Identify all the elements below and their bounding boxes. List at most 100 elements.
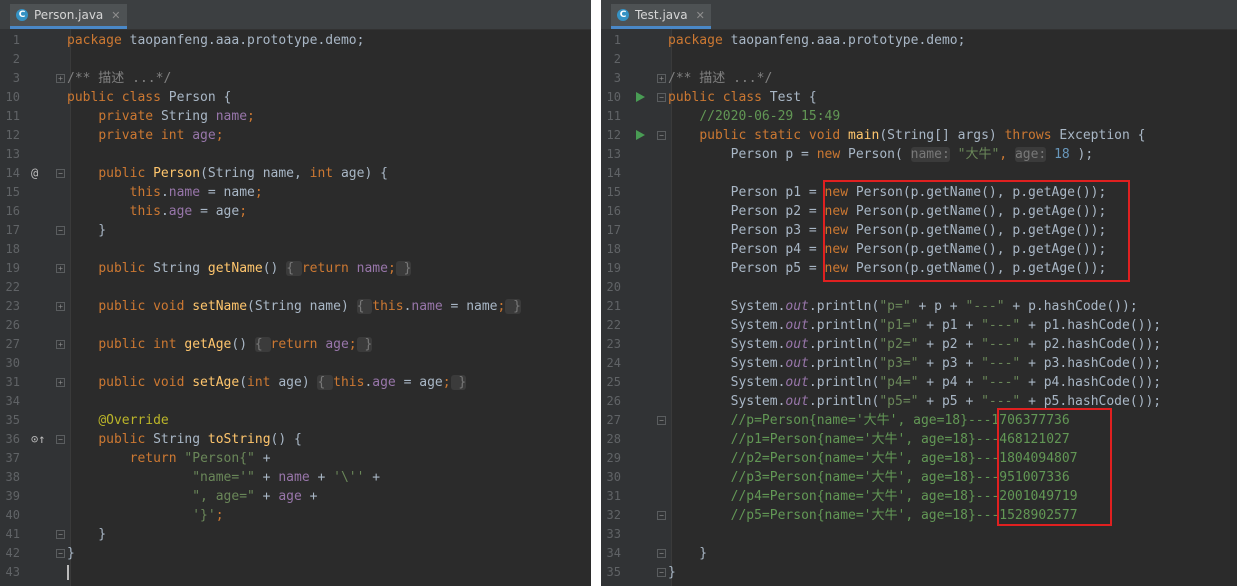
code-line[interactable]: 34 bbox=[0, 392, 591, 411]
code-line[interactable]: 22 bbox=[0, 278, 591, 297]
editor-pane-test[interactable]: C Test.java ✕ 1 package taopanfeng.aaa.pr… bbox=[601, 0, 1237, 586]
code-line[interactable]: 25 System.out.println("p4=" + p4 + "---"… bbox=[601, 373, 1237, 392]
code-line[interactable]: 33 bbox=[601, 525, 1237, 544]
editor-pane-person[interactable]: C Person.java ✕ 1 package taopanfeng.aaa.… bbox=[0, 0, 591, 586]
tab-person-java[interactable]: C Person.java ✕ bbox=[10, 4, 127, 29]
run-icon[interactable] bbox=[636, 130, 645, 140]
code-line[interactable]: 29 //p2=Person{name='大牛', age=18}---1804… bbox=[601, 449, 1237, 468]
code-line[interactable]: 16 this.age = age; bbox=[0, 202, 591, 221]
fold-collapse-icon[interactable]: − bbox=[657, 549, 666, 558]
fold-collapse-icon[interactable]: − bbox=[56, 549, 65, 558]
code-line[interactable]: 18 bbox=[0, 240, 591, 259]
fold-expand-icon[interactable]: + bbox=[56, 264, 65, 273]
code-line[interactable]: 40 '}'; bbox=[0, 506, 591, 525]
code-line[interactable]: 27− //p=Person{name='大牛', age=18}---1706… bbox=[601, 411, 1237, 430]
code-line[interactable]: 39 ", age=" + age + bbox=[0, 487, 591, 506]
run-icon[interactable] bbox=[636, 92, 645, 102]
code-text: System.out.println("p1=" + p1 + "---" + … bbox=[668, 316, 1162, 335]
code-line[interactable]: 30 //p3=Person{name='大牛', age=18}---9510… bbox=[601, 468, 1237, 487]
code-line[interactable]: 43 bbox=[0, 563, 591, 582]
code-line[interactable]: 2 bbox=[601, 50, 1237, 69]
fold-collapse-icon[interactable]: − bbox=[56, 169, 65, 178]
code-line[interactable]: 42 −} bbox=[0, 544, 591, 563]
code-line[interactable]: 31 //p4=Person{name='大牛', age=18}---2001… bbox=[601, 487, 1237, 506]
code-line[interactable]: 13 Person p = new Person( name: "大牛", ag… bbox=[601, 145, 1237, 164]
tab-test-java[interactable]: C Test.java ✕ bbox=[611, 4, 711, 29]
code-line[interactable]: 26 System.out.println("p5=" + p5 + "---"… bbox=[601, 392, 1237, 411]
code-line[interactable]: 19 + public String getName() { return nam… bbox=[0, 259, 591, 278]
code-token: + p1.hashCode()); bbox=[1020, 318, 1162, 333]
code-line[interactable]: 34 − } bbox=[601, 544, 1237, 563]
code-line[interactable]: 23 + public void setName(String name) { t… bbox=[0, 297, 591, 316]
code-line[interactable]: 23 System.out.println("p2=" + p2 + "---"… bbox=[601, 335, 1237, 354]
code-line[interactable]: 17 − } bbox=[0, 221, 591, 240]
code-line[interactable]: 41 − } bbox=[0, 525, 591, 544]
code-editor[interactable]: 1 package taopanfeng.aaa.prototype.demo; 2… bbox=[601, 31, 1237, 582]
code-text: System.out.println("p2=" + p2 + "---" + … bbox=[668, 335, 1162, 354]
line-number: 22 bbox=[606, 318, 621, 332]
fold-expand-icon[interactable]: + bbox=[56, 378, 65, 387]
fold-expand-icon[interactable]: + bbox=[56, 74, 65, 83]
code-line[interactable]: 22 System.out.println("p1=" + p1 + "---"… bbox=[601, 316, 1237, 335]
code-line[interactable]: 13 bbox=[0, 145, 591, 164]
code-line[interactable]: 3 +/** 描述 ...*/ bbox=[601, 69, 1237, 88]
code-token: System. bbox=[668, 375, 786, 390]
code-line[interactable]: 31 + public void setAge(int age) { this.a… bbox=[0, 373, 591, 392]
fold-collapse-icon[interactable]: − bbox=[657, 568, 666, 577]
line-number: 34 bbox=[5, 394, 20, 408]
code-line[interactable]: 1 package taopanfeng.aaa.prototype.demo; bbox=[601, 31, 1237, 50]
fold-expand-icon[interactable]: + bbox=[56, 340, 65, 349]
code-line[interactable]: 3 +/** 描述 ...*/ bbox=[0, 69, 591, 88]
fold-expand-icon[interactable]: + bbox=[657, 74, 666, 83]
code-token: . bbox=[160, 204, 169, 219]
code-token: taopanfeng.aaa.prototype.demo; bbox=[730, 33, 966, 48]
code-line[interactable]: 36 − ⊙↑ public String toString() { bbox=[0, 430, 591, 449]
code-token: int bbox=[309, 166, 341, 181]
code-line[interactable]: 12 − public static void main(String[] arg… bbox=[601, 126, 1237, 145]
code-line[interactable]: 15 this.name = name; bbox=[0, 183, 591, 202]
code-line[interactable]: 30 bbox=[0, 354, 591, 373]
code-line[interactable]: 26 bbox=[0, 316, 591, 335]
fold-collapse-icon[interactable]: − bbox=[56, 530, 65, 539]
code-line[interactable]: 28 //p1=Person{name='大牛', age=18}---4681… bbox=[601, 430, 1237, 449]
code-line[interactable]: 10 − public class Test { bbox=[601, 88, 1237, 107]
code-editor[interactable]: 1 package taopanfeng.aaa.prototype.demo; 2… bbox=[0, 31, 591, 582]
fold-collapse-icon[interactable]: − bbox=[657, 511, 666, 520]
usages-icon[interactable]: @ bbox=[31, 164, 38, 183]
code-token: new bbox=[816, 147, 849, 162]
code-line[interactable]: 35 @Override bbox=[0, 411, 591, 430]
close-icon[interactable]: ✕ bbox=[696, 9, 705, 22]
code-token: System. bbox=[668, 394, 786, 409]
code-token: } bbox=[505, 299, 521, 314]
code-token: + p3 + bbox=[918, 356, 982, 371]
code-line[interactable]: 24 System.out.println("p3=" + p3 + "---"… bbox=[601, 354, 1237, 373]
override-icon[interactable]: ⊙↑ bbox=[31, 430, 45, 449]
code-line[interactable]: 21 System.out.println("p=" + p + "---" +… bbox=[601, 297, 1237, 316]
code-line[interactable]: 2 bbox=[0, 50, 591, 69]
code-line[interactable]: 27 + public int getAge() { return age; } bbox=[0, 335, 591, 354]
code-line[interactable]: 11 //2020-06-29 15:49 bbox=[601, 107, 1237, 126]
code-line[interactable]: 12 private int age; bbox=[0, 126, 591, 145]
code-line[interactable]: 11 private String name; bbox=[0, 107, 591, 126]
fold-collapse-icon[interactable]: − bbox=[657, 93, 666, 102]
code-line[interactable]: 32− //p5=Person{name='大牛', age=18}---152… bbox=[601, 506, 1237, 525]
fold-collapse-icon[interactable]: − bbox=[56, 435, 65, 444]
code-text: @Override bbox=[67, 411, 168, 430]
code-line[interactable]: 35 −} bbox=[601, 563, 1237, 582]
code-token: } bbox=[67, 223, 107, 238]
fold-expand-icon[interactable]: + bbox=[56, 302, 65, 311]
code-token: System. bbox=[668, 356, 786, 371]
code-line[interactable]: 37 return "Person{" + bbox=[0, 449, 591, 468]
code-line[interactable]: 38 "name='" + name + '\'' + bbox=[0, 468, 591, 487]
code-token: String bbox=[153, 432, 208, 447]
fold-collapse-icon[interactable]: − bbox=[657, 416, 666, 425]
code-line[interactable]: 14 − @ public Person(String name, int age)… bbox=[0, 164, 591, 183]
fold-collapse-icon[interactable]: − bbox=[657, 131, 666, 140]
code-line[interactable]: 1 package taopanfeng.aaa.prototype.demo; bbox=[0, 31, 591, 50]
fold-collapse-icon[interactable]: − bbox=[56, 226, 65, 235]
code-line[interactable]: 10 public class Person { bbox=[0, 88, 591, 107]
close-icon[interactable]: ✕ bbox=[111, 9, 120, 22]
